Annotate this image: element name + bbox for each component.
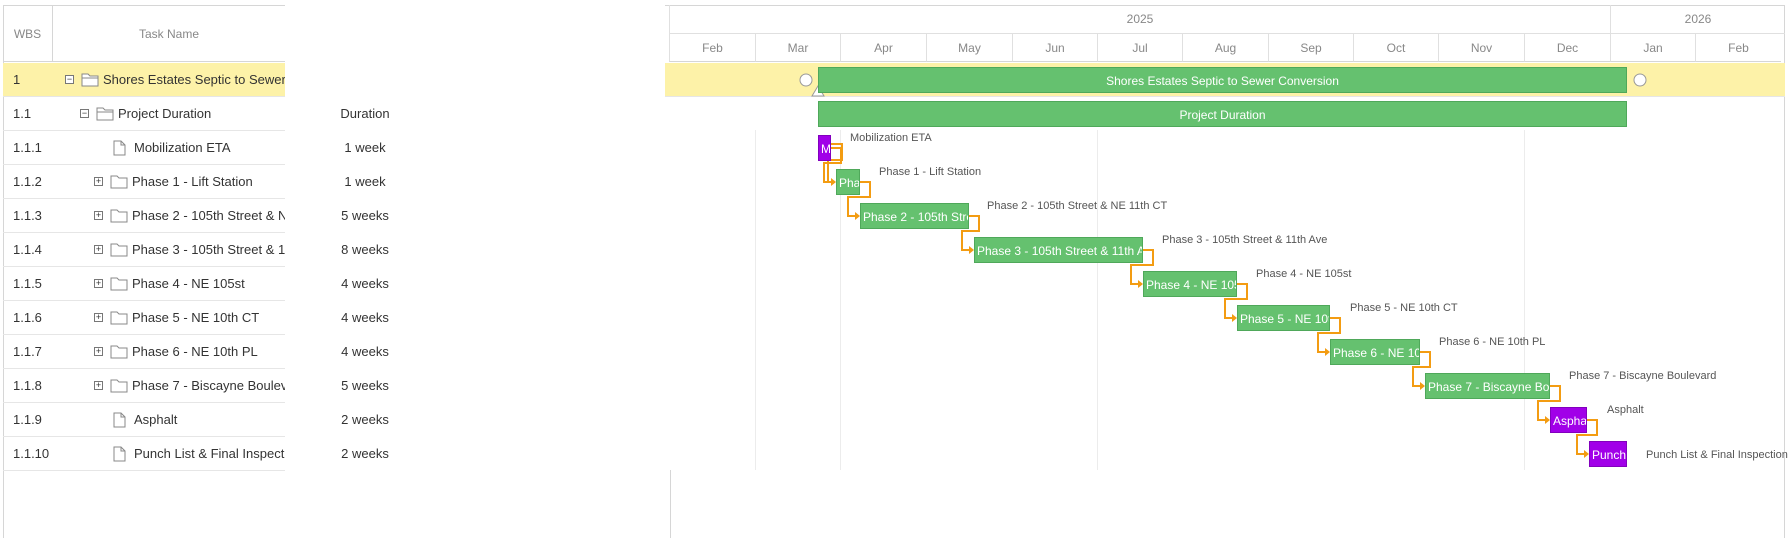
task-bar[interactable]: Phase 6 - NE 10th PL (1330, 339, 1420, 365)
bar-side-label: Phase 1 - Lift Station (879, 166, 982, 178)
task-bar[interactable]: Phase 5 - NE 10th CT (1237, 305, 1330, 331)
task-bar[interactable]: Punch List & Final Inspection (1589, 441, 1627, 467)
bar-side-label: Phase 6 - NE 10th PL (1439, 336, 1546, 348)
drag-handle-icon (1633, 73, 1647, 87)
bar-side-label: Phase 7 - Biscayne Boulevard (1569, 370, 1717, 382)
task-bar[interactable]: Phase 3 - 105th Street & 11th Ave (974, 237, 1143, 263)
task-bar[interactable]: Mobilization ETA (818, 135, 831, 161)
bar-side-label: Phase 5 - NE 10th CT (1350, 302, 1458, 314)
task-bar[interactable]: Shores Estates Septic to Sewer Conversio… (818, 67, 1627, 93)
task-bar[interactable]: Phase 4 - NE 105st (1143, 271, 1237, 297)
bar-side-label: Asphalt (1607, 404, 1644, 416)
task-bar[interactable]: Phase 2 - 105th Street & NE 11th CT (860, 203, 969, 229)
drag-handle-icon (799, 73, 813, 87)
bar-side-label: Punch List & Final Inspection (1646, 449, 1788, 461)
task-bar[interactable]: Project Duration (818, 101, 1627, 127)
bar-side-label: Phase 3 - 105th Street & 11th Ave (1162, 234, 1328, 246)
task-bar[interactable]: Phase 7 - Biscayne Boulevard (1425, 373, 1550, 399)
task-bar[interactable]: Asphalt (1550, 407, 1587, 433)
bar-side-label: Phase 4 - NE 105st (1256, 268, 1352, 280)
bar-side-label: Phase 2 - 105th Street & NE 11th CT (987, 200, 1168, 212)
bar-side-label: Mobilization ETA (850, 132, 932, 144)
task-bar[interactable]: Phase 1 - Lift Station (836, 169, 860, 195)
